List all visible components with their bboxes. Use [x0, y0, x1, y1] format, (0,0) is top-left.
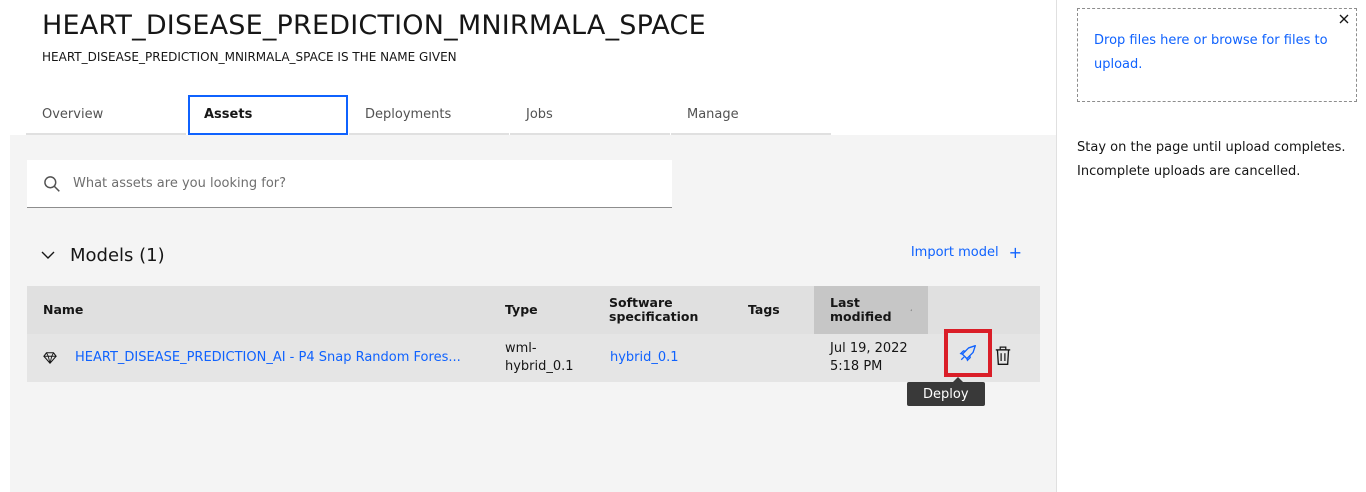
model-type-line2: hybrid_0.1 [505, 359, 574, 374]
column-software-spec-line1: Software [609, 295, 673, 310]
column-software-spec-line2: specification [609, 309, 699, 324]
search-icon [44, 176, 60, 192]
search-input[interactable] [73, 160, 663, 207]
tab-jobs[interactable]: Jobs [510, 95, 670, 135]
column-tags[interactable]: Tags [748, 286, 780, 334]
add-icon: + [1008, 242, 1022, 262]
space-main-area: HEART_DISEASE_PREDICTION_MNIRMALA_SPACE … [0, 0, 1056, 492]
app-window: HEART_DISEASE_PREDICTION_MNIRMALA_SPACE … [0, 0, 1366, 492]
page-title: HEART_DISEASE_PREDICTION_MNIRMALA_SPACE [42, 10, 706, 41]
model-name-link[interactable]: HEART_DISEASE_PREDICTION_AI - P4 Snap Ra… [75, 334, 461, 382]
deploy-tooltip: Deploy [907, 377, 985, 406]
column-last-modified-line1: Last [830, 295, 860, 310]
table-header: Name Type Software specification Tags La… [27, 286, 1040, 334]
page-subtitle: HEART_DISEASE_PREDICTION_MNIRMALA_SPACE … [42, 50, 457, 64]
model-modified-date: Jul 19, 2022 [830, 341, 908, 356]
arrow-down-icon[interactable] [910, 303, 912, 317]
chevron-down-icon[interactable] [40, 247, 56, 263]
file-dropzone[interactable]: Drop files here or browse for files to u… [1077, 8, 1357, 102]
close-icon[interactable] [1338, 13, 1350, 25]
assets-content: Models (1) Import model + Name Type Soft… [10, 135, 1056, 492]
upload-note: Stay on the page until upload completes.… [1077, 140, 1346, 179]
column-software-spec[interactable]: Software specification [609, 286, 698, 334]
model-icon [43, 352, 57, 365]
asset-search [27, 160, 672, 208]
column-last-modified-line2: modified [830, 309, 892, 324]
table-row: HEART_DISEASE_PREDICTION_AI - P4 Snap Ra… [27, 329, 1040, 382]
model-type-line1: wml- [505, 341, 537, 356]
column-type[interactable]: Type [505, 286, 538, 334]
model-last-modified: Jul 19, 2022 5:18 PM [830, 334, 908, 382]
models-table: Name Type Software specification Tags La… [27, 286, 1040, 382]
browse-files-link[interactable]: Drop files here or browse for files to u… [1094, 29, 1334, 77]
tab-deployments[interactable]: Deployments [349, 95, 509, 135]
model-type: wml- hybrid_0.1 [505, 334, 574, 382]
tab-bar: Overview Assets Deployments Jobs Manage [26, 95, 832, 135]
model-modified-time: 5:18 PM [830, 359, 883, 374]
tab-manage[interactable]: Manage [671, 95, 831, 135]
tab-assets[interactable]: Assets [188, 95, 348, 135]
rocket-icon [959, 345, 976, 362]
column-name[interactable]: Name [43, 286, 83, 334]
models-section-header[interactable]: Models (1) [40, 242, 165, 268]
import-model-label: Import model [910, 245, 999, 260]
column-last-modified[interactable]: Last modified [814, 286, 928, 334]
column-last-modified-label: Last modified [830, 296, 892, 324]
upload-panel: Drop files here or browse for files to u… [1056, 0, 1366, 492]
tab-overview[interactable]: Overview [26, 95, 186, 135]
deploy-button[interactable] [944, 329, 992, 377]
trash-icon[interactable] [994, 346, 1012, 366]
models-section-title: Models (1) [70, 244, 165, 266]
software-spec-link[interactable]: hybrid_0.1 [610, 334, 679, 382]
import-model-button[interactable]: Import model + [910, 242, 1022, 262]
